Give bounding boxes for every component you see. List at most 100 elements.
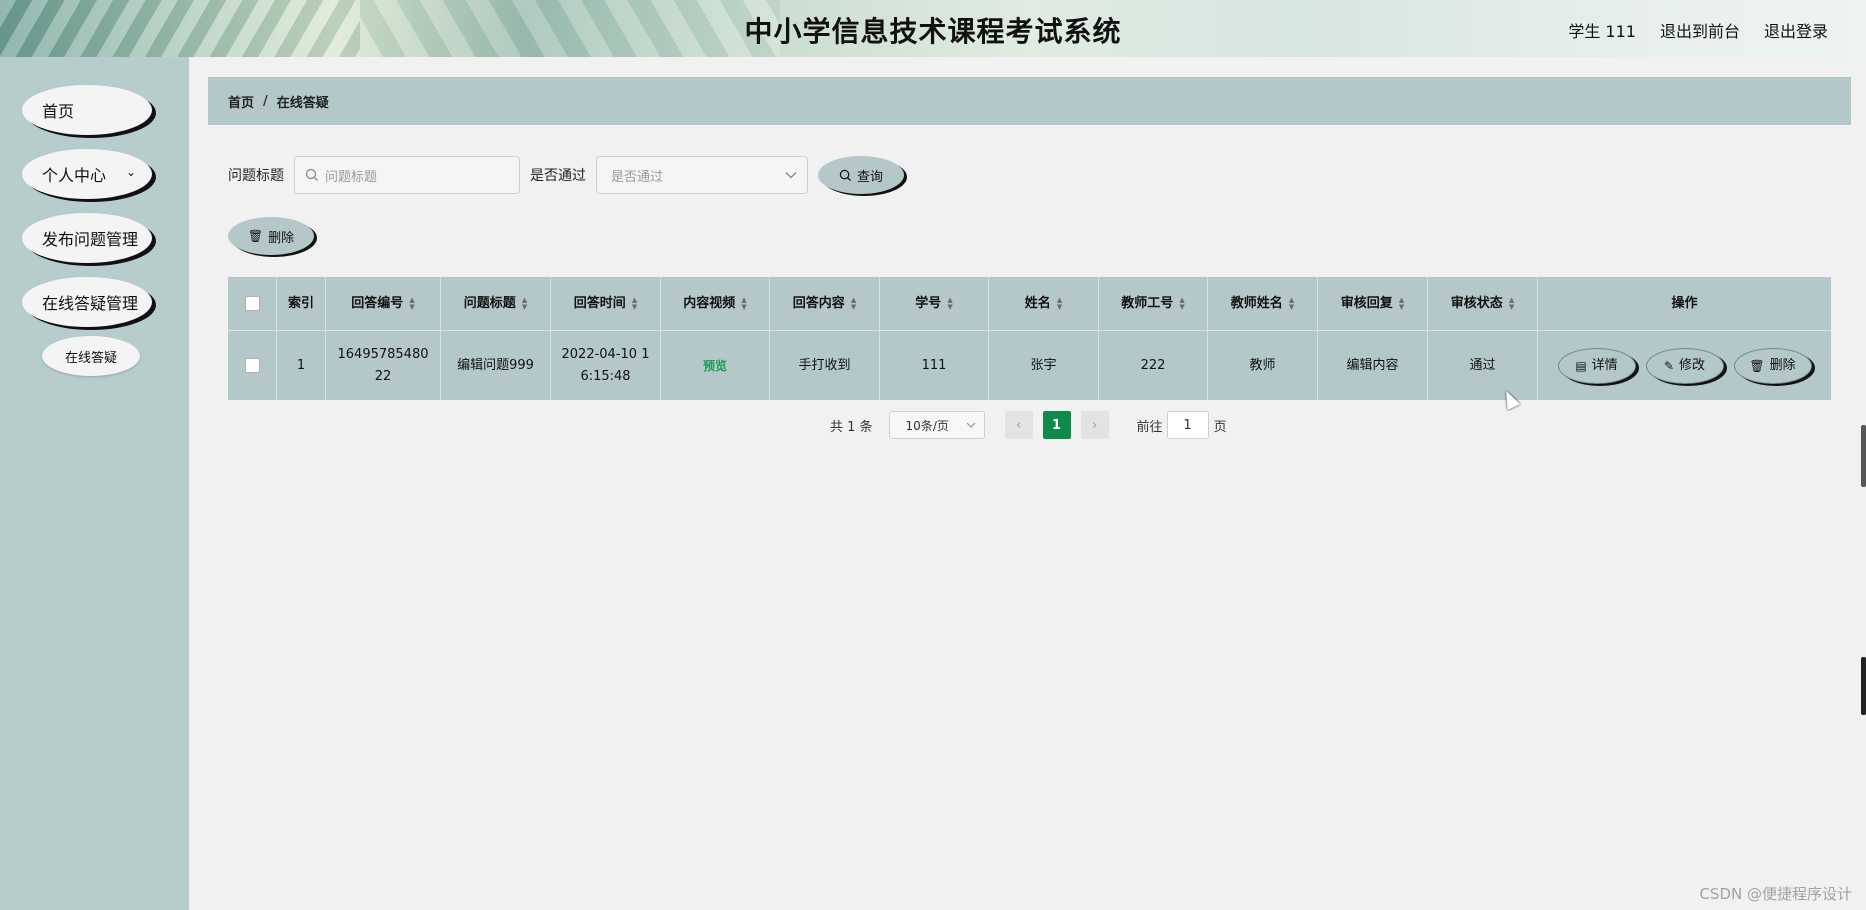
search-icon [305,168,318,181]
row-checkbox[interactable] [244,358,260,373]
breadcrumb-current: 在线答疑 [276,95,329,111]
cell-review-status: 通过 [1428,331,1538,400]
header-label: 审核状态 [1450,295,1503,311]
header-teacher-no[interactable]: 教师工号 ▲ ▼ [1099,277,1208,330]
header-content[interactable]: 回答内容 ▲ ▼ [770,277,880,330]
header-actions: 学生 111 退出到前台 退出登录 [1568,18,1828,42]
chevron-down-icon [785,172,797,179]
page-size-value: 10条/页 [905,418,949,433]
sidebar-item-personal-center[interactable]: 个人中心 ⌄ [22,149,152,199]
cell-index: 1 [277,331,326,400]
video-preview-link[interactable]: 预览 [703,355,727,377]
header-index: 索引 [277,277,326,330]
logout-link[interactable]: 退出登录 [1764,18,1828,42]
cell-content: 手打收到 [770,331,880,400]
prev-page-button[interactable]: ‹ [1004,411,1033,439]
select-all-checkbox[interactable] [244,296,260,311]
sort-icon: ▲ ▼ [521,295,528,311]
sort-icon: ▲ ▼ [1288,295,1295,311]
breadcrumb-home[interactable]: 首页 [228,92,254,111]
sidebar: 首页 个人中心 ⌄ 发布问题管理 在线答疑管理 在线答疑 [0,57,189,910]
answers-table: 索引 回答编号 ▲ ▼ 问题标题 ▲ ▼ 回答时间 ▲ ▼ 内容视频 ▲ ▼ 回答内容 ▲ ▼ 学号… [228,277,1831,400]
header-review-status[interactable]: 审核状态 ▲ ▼ [1428,277,1538,330]
title-filter-label: 问题标题 [228,168,284,184]
trash-icon: 🗑 [1749,358,1765,373]
sidebar-item-label: 在线答疑管理 [42,294,139,313]
header-review-reply[interactable]: 审核回复 ▲ ▼ [1318,277,1428,330]
chevron-down-icon [966,422,975,428]
title-search-placeholder: 问题标题 [325,169,378,185]
sidebar-item-label: 首页 [42,102,75,121]
page-number-current[interactable]: 1 [1042,411,1071,439]
goto-page-input[interactable]: 1 [1166,411,1209,439]
search-form: 问题标题 问题标题 是否通过 是否通过 查询 [228,156,904,194]
sort-icon: ▲ ▼ [1179,295,1185,311]
cell-name: 张宇 [989,331,1099,400]
chevron-left-icon: ‹ [1015,417,1022,433]
chevron-right-icon: › [1091,417,1098,433]
pagination-total: 共 1 条 [830,419,873,435]
top-header: 中小学信息技术课程考试系统 学生 111 退出到前台 退出登录 [0,0,1866,57]
header-label: 学号 [915,295,942,311]
cell-answer-no: 1649578548022 [326,331,441,400]
sort-icon: ▲ ▼ [409,295,415,311]
header-label: 问题标题 [463,295,516,311]
scrollbar-handle[interactable] [1861,425,1866,487]
query-button-label: 查询 [856,169,883,185]
page-size-select[interactable]: 10条/页 [888,411,985,439]
sort-icon: ▲ ▼ [1056,295,1063,311]
header-title[interactable]: 问题标题 ▲ ▼ [441,277,551,330]
next-page-button[interactable]: › [1080,411,1109,439]
row-select-cell [228,331,277,400]
cell-student-no: 111 [880,331,989,400]
side-tab-handle[interactable] [1861,657,1866,715]
header-answer-no[interactable]: 回答编号 ▲ ▼ [326,277,441,330]
sidebar-item-home[interactable]: 首页 [22,85,152,135]
header-teacher-name[interactable]: 教师姓名 ▲ ▼ [1208,277,1318,330]
cell-review-reply: 编辑内容 [1318,331,1428,400]
table-row: 1 1649578548022 编辑问题999 2022-04-10 16:15… [228,330,1831,400]
goto-label: 前往 [1136,419,1163,435]
header-name[interactable]: 姓名 ▲ ▼ [989,277,1099,330]
pagination: 共 1 条 10条/页 ‹ 1 › 前往 1 页 [830,411,1227,439]
header-label: 审核回复 [1340,295,1393,311]
cell-video: 预览 [661,331,770,400]
sort-icon: ▲ ▼ [1398,295,1405,311]
trash-icon: 🗑 [247,229,264,243]
sidebar-item-qa-management[interactable]: 在线答疑管理 [22,277,152,327]
sidebar-item-question-management[interactable]: 发布问题管理 [22,213,152,263]
cell-time: 2022-04-10 16:15:48 [551,331,661,400]
edit-button-label: 修改 [1679,357,1706,373]
header-label: 教师姓名 [1230,295,1283,311]
query-button[interactable]: 查询 [818,156,904,194]
sidebar-item-label: 个人中心 [42,166,107,185]
row-delete-button-label: 删除 [1769,357,1796,373]
title-search-input[interactable]: 问题标题 [294,156,520,194]
header-student-no[interactable]: 学号 ▲ ▼ [880,277,989,330]
chevron-down-icon: ⌄ [125,165,136,179]
current-user[interactable]: 学生 111 [1568,18,1636,42]
page-suffix-label: 页 [1213,419,1227,435]
cell-title: 编辑问题999 [441,331,551,400]
sidebar-item-label: 发布问题管理 [42,230,139,249]
breadcrumb-separator: / [263,93,268,109]
edit-button[interactable]: ✎ 修改 [1645,347,1724,384]
batch-delete-button[interactable]: 🗑 删除 [228,217,314,255]
detail-button[interactable]: ▤ 详情 [1557,347,1636,384]
header-label: 回答编号 [351,295,404,311]
sidebar-subitem-label: 在线答疑 [64,350,117,366]
header-label: 回答时间 [573,295,626,311]
table-header: 索引 回答编号 ▲ ▼ 问题标题 ▲ ▼ 回答时间 ▲ ▼ 内容视频 ▲ ▼ 回答内容 ▲ ▼ 学号… [228,277,1831,330]
sort-icon: ▲ ▼ [741,295,747,311]
pass-select[interactable]: 是否通过 [596,156,808,194]
exit-to-front-link[interactable]: 退出到前台 [1660,18,1740,42]
sidebar-subitem-online-qa[interactable]: 在线答疑 [42,336,140,376]
pass-filter-label: 是否通过 [530,168,586,184]
header-video[interactable]: 内容视频 ▲ ▼ [661,277,770,330]
header-time[interactable]: 回答时间 ▲ ▼ [551,277,661,330]
row-delete-button[interactable]: 🗑 删除 [1733,347,1812,384]
watermark: CSDN @便捷程序设计 [1699,885,1852,903]
pencil-icon: ✎ [1663,358,1675,373]
delete-button-label: 删除 [268,230,295,246]
header-label: 姓名 [1024,295,1051,311]
